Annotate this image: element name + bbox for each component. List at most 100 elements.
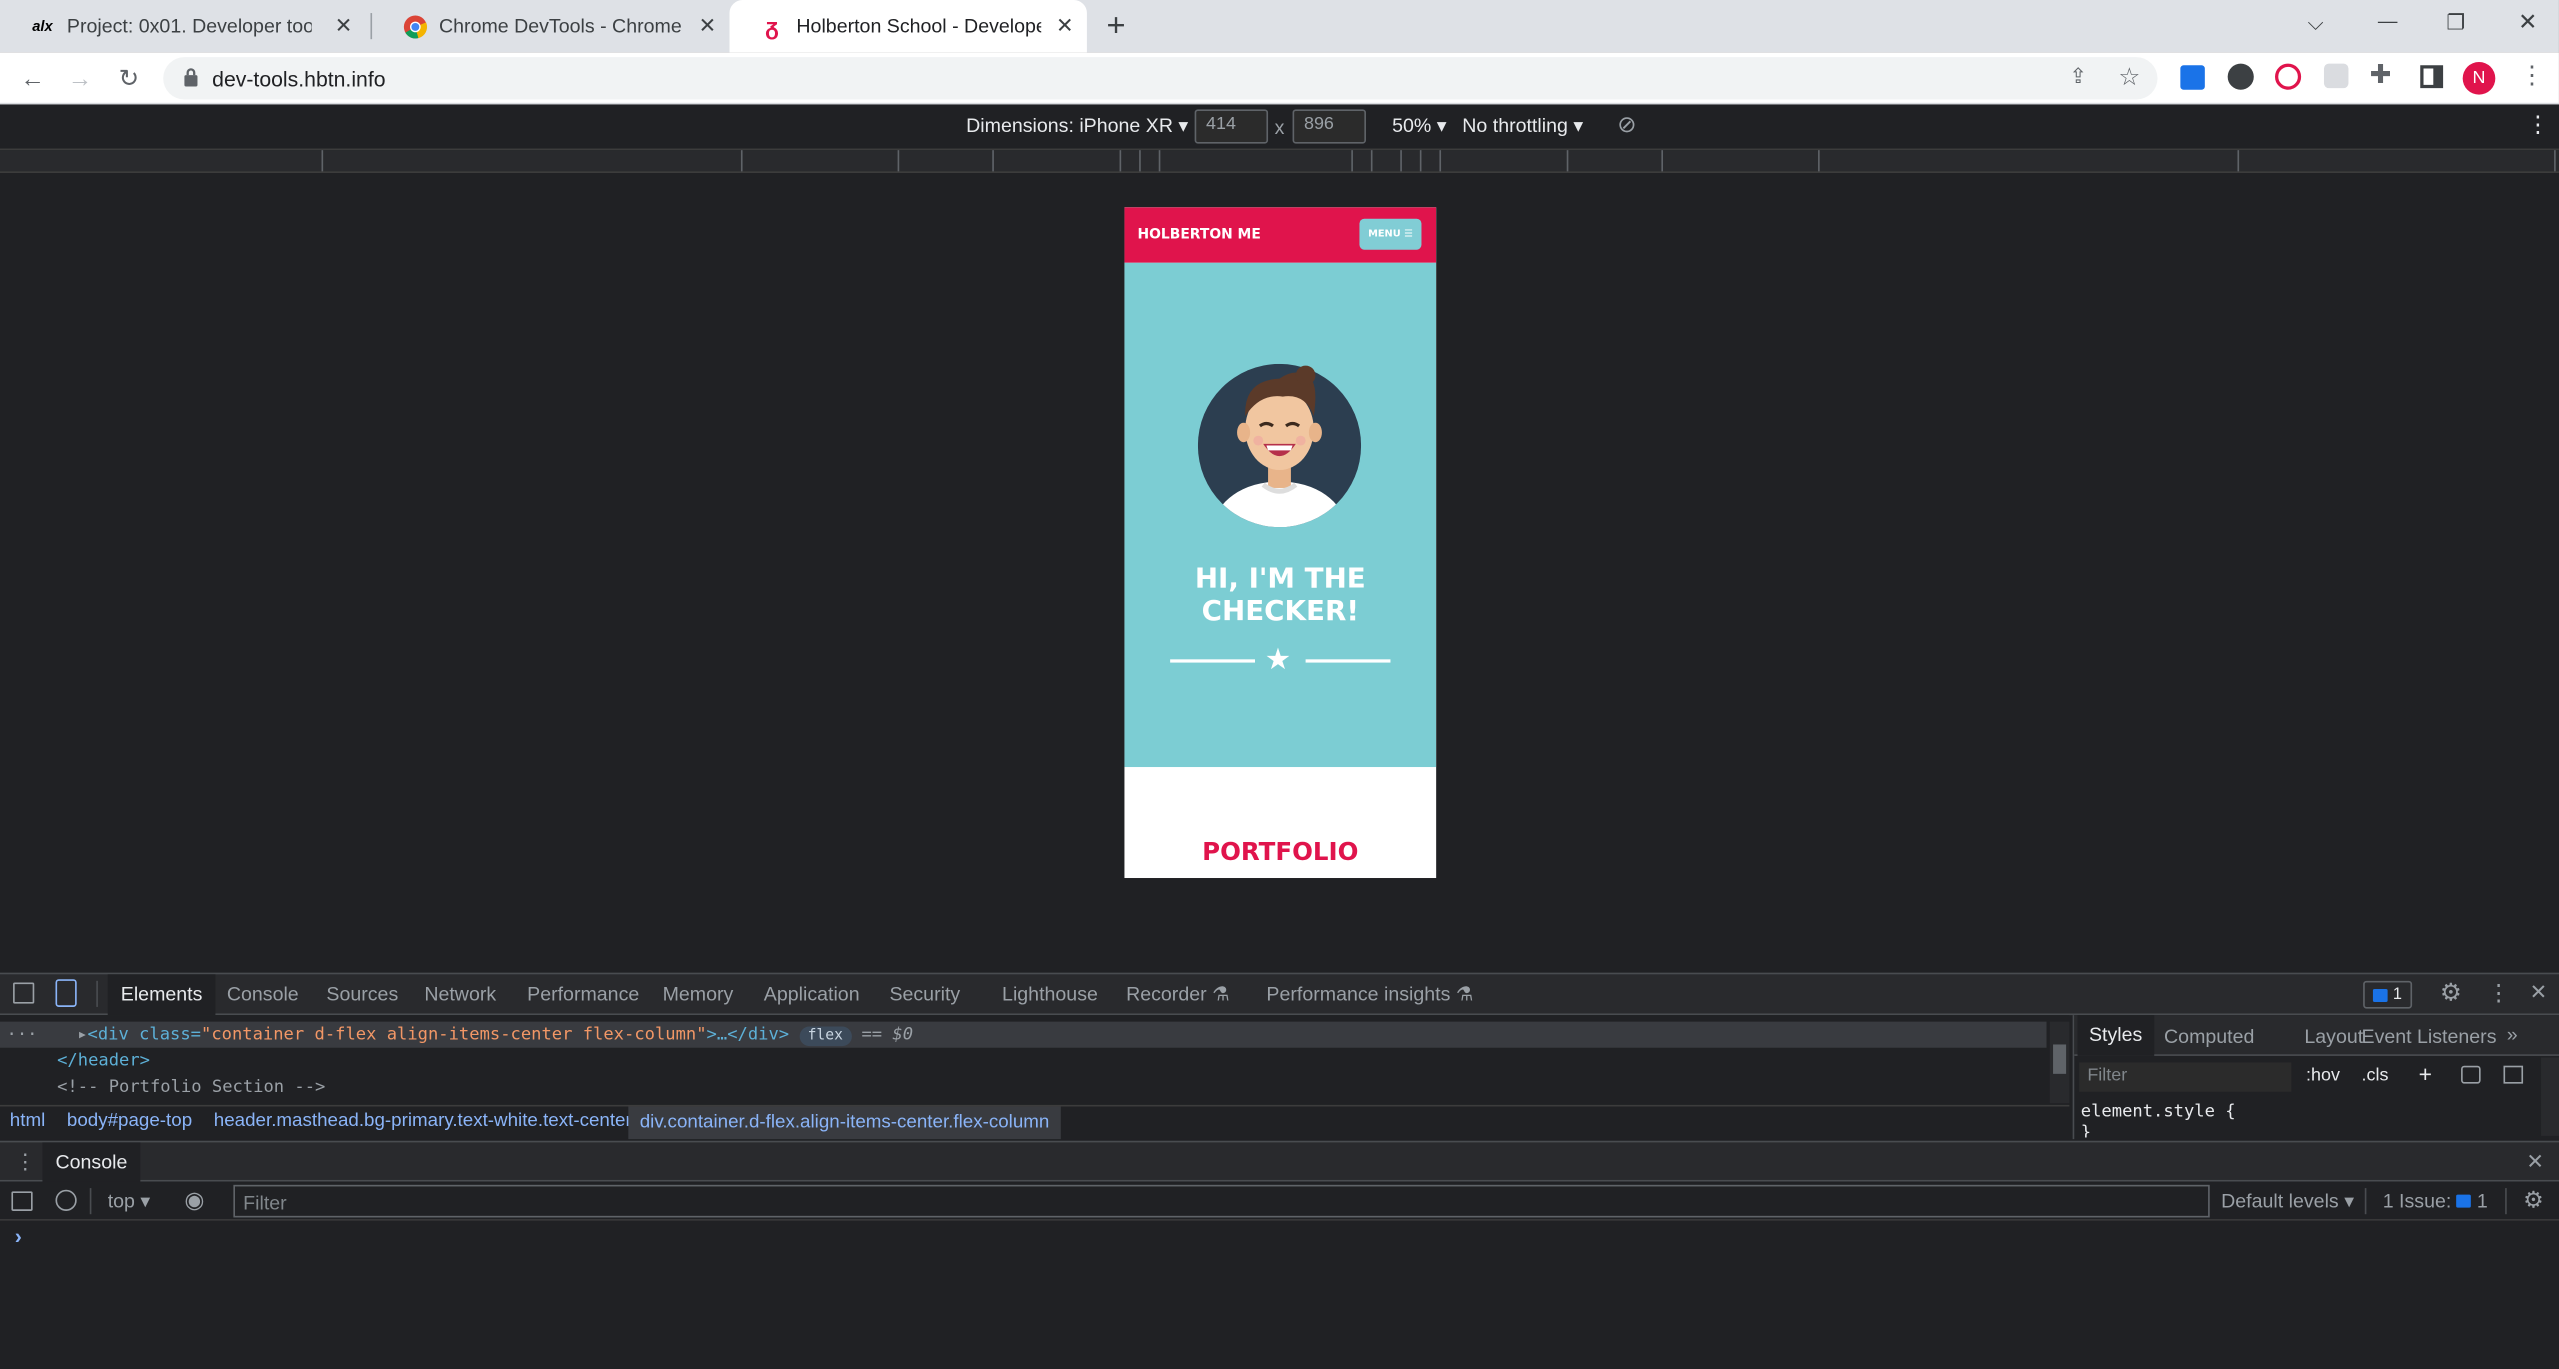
extension-record-icon[interactable] <box>2275 63 2302 90</box>
tab-elements[interactable]: Elements <box>107 974 216 1016</box>
expand-arrow-icon[interactable]: ▸ <box>48 1025 87 1045</box>
style-rule[interactable]: element.style { <box>2081 1102 2236 1122</box>
styles-filter-input[interactable]: Filter <box>2079 1062 2292 1092</box>
star-icon: ★ <box>1264 643 1292 676</box>
profile-avatar[interactable]: N <box>2462 62 2496 95</box>
tab-lighthouse[interactable]: Lighthouse <box>1002 974 1098 1015</box>
clear-console-icon[interactable] <box>55 1189 77 1211</box>
share-icon[interactable]: ⇪ <box>2069 64 2087 90</box>
context-select[interactable]: top ▾ <box>108 1190 151 1213</box>
tab-styles[interactable]: Styles <box>2077 1015 2154 1056</box>
live-expression-eye-icon[interactable]: ◉ <box>184 1186 204 1214</box>
styles-scrollbar[interactable] <box>2541 1057 2559 1136</box>
tab-sources[interactable]: Sources <box>326 974 398 1015</box>
breadcrumb-item-active[interactable]: div.container.d-flex.align-items-center.… <box>628 1106 1061 1140</box>
hov-toggle[interactable]: :hov <box>2306 1066 2340 1086</box>
extensions-puzzle-icon[interactable]: ✚ <box>2370 59 2392 92</box>
settings-gear-icon[interactable]: ⚙ <box>2440 978 2462 1007</box>
drawer-menu-icon[interactable]: ⋮ <box>15 1149 36 1175</box>
avatar-image <box>1197 363 1362 528</box>
throttling-select[interactable]: No throttling ▾ <box>1462 114 1583 137</box>
inspect-element-icon[interactable] <box>13 982 35 1004</box>
console-prompt[interactable]: › <box>15 1224 22 1248</box>
toggle-sidebar-icon[interactable] <box>2503 1065 2524 1084</box>
extension-spy-icon[interactable] <box>2227 63 2254 90</box>
elements-scrollbar[interactable] <box>2049 1021 2070 1104</box>
tab-performance-insights[interactable]: Performance insights ⚗ <box>1266 974 1473 1015</box>
site-brand[interactable]: HOLBERTON ME <box>1138 227 1261 243</box>
minimize-button[interactable]: — <box>2378 10 2398 33</box>
close-devtools-icon[interactable]: ✕ <box>2530 979 2548 1005</box>
tab-holberton[interactable]: ᵹ Holberton School - Developer to ✕ <box>729 0 1087 53</box>
back-button[interactable]: ← <box>16 62 49 95</box>
issues-count: 1 <box>2392 985 2402 1004</box>
forward-button[interactable]: → <box>64 62 97 95</box>
side-panel-icon[interactable] <box>2420 65 2444 89</box>
tab-console[interactable]: Console <box>227 974 299 1015</box>
tab-chrome-devtools[interactable]: Chrome DevTools - Chrome Deve ✕ <box>372 0 729 52</box>
device-toggle-icon[interactable] <box>55 979 77 1007</box>
tab-title: Chrome DevTools - Chrome Deve <box>439 14 684 38</box>
extension-react-icon[interactable] <box>2323 63 2349 89</box>
restore-button[interactable]: ❐ <box>2446 10 2465 36</box>
tab-recorder[interactable]: Recorder ⚗ <box>1126 974 1230 1015</box>
device-select[interactable]: Dimensions: iPhone XR ▾ <box>966 114 1188 137</box>
paint-icon[interactable] <box>2461 1065 2481 1084</box>
menu-button[interactable]: MENU ☰ <box>1359 218 1422 250</box>
drawer-tabbar: ⋮ Console ✕ <box>0 1140 2559 1182</box>
close-window-button[interactable]: ✕ <box>2518 8 2537 36</box>
tab-performance[interactable]: Performance <box>527 974 639 1015</box>
log-levels-select[interactable]: Default levels ▾ <box>2221 1190 2354 1213</box>
extension-icon[interactable] <box>2180 65 2205 90</box>
issues-counter[interactable]: 1 <box>2363 980 2413 1009</box>
device-toolbar: Dimensions: iPhone XR ▾ 414 x 896 50% ▾ … <box>0 104 2559 151</box>
console-filter-input[interactable]: Filter <box>233 1184 2210 1218</box>
drawer-tab-console[interactable]: Console <box>42 1142 141 1182</box>
height-input[interactable]: 896 <box>1292 109 1366 144</box>
issues-label: 1 Issue: <box>2382 1189 2452 1213</box>
rotate-icon[interactable]: ⊘ <box>1617 111 1636 139</box>
tab-search-icon[interactable]: ⌵ <box>2308 10 2324 36</box>
tab-security[interactable]: Security <box>889 974 960 1015</box>
flex-badge[interactable]: flex <box>799 1026 852 1047</box>
new-rule-button[interactable]: + <box>2419 1061 2432 1087</box>
close-tab-icon[interactable]: ✕ <box>1056 13 1074 39</box>
dom-node[interactable]: </header> <box>57 1048 150 1074</box>
devtools-menu-icon[interactable]: ⋮ <box>2487 979 2510 1007</box>
breadcrumb-item[interactable]: html <box>10 1111 45 1131</box>
console-sidebar-icon[interactable] <box>11 1191 33 1211</box>
address-bar[interactable]: dev-tools.hbtn.info ⇪ ☆ <box>163 57 2158 100</box>
width-input[interactable]: 414 <box>1194 109 1269 144</box>
tab-computed[interactable]: Computed <box>2164 1025 2254 1048</box>
tab-label: Recorder <box>1126 982 1207 1006</box>
tab-event-listeners[interactable]: Event Listeners <box>2362 1025 2497 1048</box>
tab-project[interactable]: alx Project: 0x01. Developer tools | A ✕ <box>0 0 366 52</box>
breadcrumb-item[interactable]: body#page-top <box>67 1111 192 1131</box>
dropdown-arrow-icon: ▾ <box>1178 114 1189 138</box>
bookmark-star-icon[interactable]: ☆ <box>2118 62 2140 92</box>
breadcrumb-item[interactable]: header.masthead.bg-primary.text-white.te… <box>214 1111 632 1131</box>
tab-memory[interactable]: Memory <box>663 974 734 1015</box>
tab-layout[interactable]: Layout <box>2304 1025 2363 1048</box>
dom-comment[interactable]: <!-- Portfolio Section --> <box>57 1074 325 1100</box>
console-output[interactable]: › <box>0 1220 2559 1369</box>
cls-toggle[interactable]: .cls <box>2362 1066 2389 1086</box>
style-rule-end: } <box>2080 1122 2092 1138</box>
close-tab-icon[interactable]: ✕ <box>699 13 717 39</box>
new-tab-button[interactable]: + <box>1106 8 1125 46</box>
close-drawer-icon[interactable]: ✕ <box>2526 1149 2544 1175</box>
tab-network[interactable]: Network <box>424 974 496 1015</box>
zoom-select[interactable]: 50% ▾ <box>1392 114 1447 137</box>
media-query-bar[interactable] <box>0 150 2559 173</box>
chrome-menu-icon[interactable]: ⋮ <box>2520 60 2544 90</box>
selected-dom-node[interactable]: ··· ▸<div class="container d-flex align-… <box>0 1021 2047 1048</box>
chrome-icon <box>401 13 427 39</box>
times-label: x <box>1274 115 1285 139</box>
console-settings-icon[interactable]: ⚙ <box>2523 1186 2544 1214</box>
reload-button[interactable]: ↻ <box>113 62 146 95</box>
tab-application[interactable]: Application <box>764 974 860 1015</box>
console-issues[interactable]: 1 Issue: 1 <box>2383 1190 2488 1213</box>
close-tab-icon[interactable]: ✕ <box>335 13 353 39</box>
device-more-icon[interactable]: ⋮ <box>2526 111 2549 139</box>
more-tabs-icon[interactable]: » <box>2507 1023 2518 1046</box>
